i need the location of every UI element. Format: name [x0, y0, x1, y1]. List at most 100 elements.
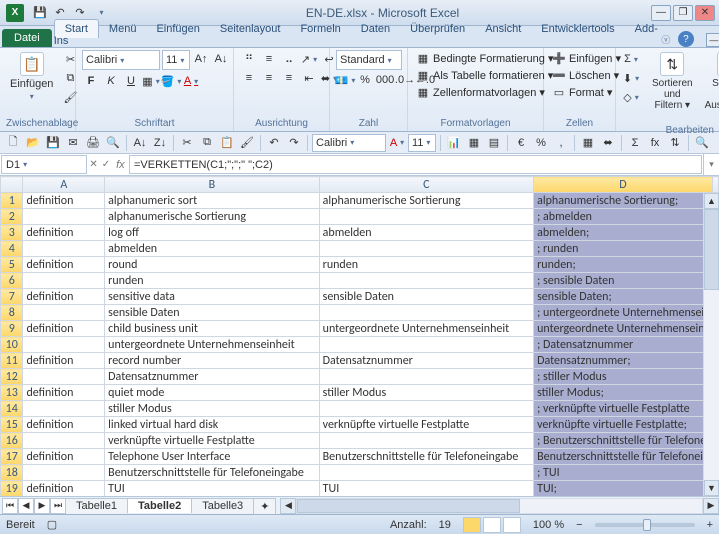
cell-A11[interactable]: definition — [23, 353, 105, 369]
row-header-11[interactable]: 11 — [1, 353, 23, 369]
cell-C10[interactable] — [319, 337, 533, 353]
tb2-sort-desc-icon[interactable]: Z↓ — [151, 134, 169, 152]
cell-A5[interactable]: definition — [23, 257, 105, 273]
cell-B18[interactable]: Benutzerschnittstelle für Telefoneingabe — [105, 465, 319, 481]
cell-A10[interactable] — [23, 337, 105, 353]
border-button[interactable]: ▦ — [142, 72, 160, 90]
cell-A9[interactable]: definition — [23, 321, 105, 337]
cell-A1[interactable]: definition — [23, 193, 105, 209]
cell-C3[interactable]: abmelden — [319, 225, 533, 241]
tb2-currency-icon[interactable]: € — [512, 134, 530, 152]
horizontal-scrollbar[interactable]: ◀ ▶ — [280, 497, 719, 514]
ribbon-tab-einfügen[interactable]: Einfügen — [146, 20, 209, 38]
row-header-6[interactable]: 6 — [1, 273, 23, 289]
paste-button[interactable]: 📋 Einfügen ▾ — [6, 50, 57, 103]
row-header-7[interactable]: 7 — [1, 289, 23, 305]
cell-B8[interactable]: sensible Daten — [105, 305, 319, 321]
cell-styles-button[interactable]: ▦Zellenformatvorlagen ▾ — [414, 84, 547, 100]
cell-B5[interactable]: round — [105, 257, 319, 273]
zoom-in-button[interactable]: + — [707, 519, 713, 531]
tb2-font-color-icon[interactable]: A — [388, 134, 406, 152]
cell-D14[interactable]: ; verknüpfte virtuelle Festplatte — [534, 401, 713, 417]
cell-C12[interactable] — [319, 369, 533, 385]
orientation-icon[interactable]: ↗ — [300, 50, 318, 68]
scroll-up-icon[interactable]: ▲ — [704, 193, 719, 209]
cell-B16[interactable]: verknüpfte virtuelle Festplatte — [105, 433, 319, 449]
cell-D16[interactable]: ; Benutzerschnittstelle für Telefoneinga… — [534, 433, 713, 449]
clear-icon[interactable]: ◇ — [622, 88, 640, 106]
ribbon-tab-überprüfen[interactable]: Überprüfen — [400, 20, 475, 38]
cell-D12[interactable]: ; stiller Modus — [534, 369, 713, 385]
tb2-redo-icon[interactable]: ↷ — [285, 134, 303, 152]
cell-B2[interactable]: alphanumerische Sortierung — [105, 209, 319, 225]
align-middle-icon[interactable]: ≡ — [260, 50, 278, 68]
cell-A6[interactable] — [23, 273, 105, 289]
cell-C15[interactable]: verknüpfte virtuelle Festplatte — [319, 417, 533, 433]
ribbon-tab-formeln[interactable]: Formeln — [290, 20, 350, 38]
cell-D10[interactable]: ; Datensatznummer — [534, 337, 713, 353]
name-box[interactable]: D1 — [1, 155, 87, 174]
align-center-icon[interactable]: ≡ — [260, 69, 278, 87]
row-header-17[interactable]: 17 — [1, 449, 23, 465]
cell-C16[interactable] — [319, 433, 533, 449]
zoom-out-button[interactable]: − — [576, 519, 582, 531]
window-minimize[interactable]: — — [651, 5, 671, 21]
delete-cells-button[interactable]: ➖Löschen ▾ — [550, 67, 621, 83]
scroll-down-icon[interactable]: ▼ — [704, 480, 719, 496]
grow-font-icon[interactable]: A↑ — [192, 50, 210, 68]
cell-D1[interactable]: alphanumerische Sortierung; — [534, 193, 713, 209]
tb2-undo-icon[interactable]: ↶ — [265, 134, 283, 152]
tb2-cut-icon[interactable]: ✂ — [178, 134, 196, 152]
row-header-5[interactable]: 5 — [1, 257, 23, 273]
cell-A7[interactable]: definition — [23, 289, 105, 305]
cell-C9[interactable]: untergeordnete Unternehmenseinheit — [319, 321, 533, 337]
tb2-preview-icon[interactable]: 🔍 — [104, 134, 122, 152]
cell-C7[interactable]: sensible Daten — [319, 289, 533, 305]
row-header-3[interactable]: 3 — [1, 225, 23, 241]
cell-D6[interactable]: ; sensible Daten — [534, 273, 713, 289]
cell-C6[interactable] — [319, 273, 533, 289]
autosum-icon[interactable]: Σ — [622, 50, 640, 68]
sheet-tab-tabelle1[interactable]: Tabelle1 — [65, 498, 128, 513]
tb2-sum-icon[interactable]: Σ — [626, 134, 644, 152]
cell-B13[interactable]: quiet mode — [105, 385, 319, 401]
cell-B17[interactable]: Telephone User Interface — [105, 449, 319, 465]
view-normal-button[interactable] — [463, 517, 481, 533]
row-header-4[interactable]: 4 — [1, 241, 23, 257]
tb2-chart-icon[interactable]: 📊 — [445, 134, 463, 152]
cell-B1[interactable]: alphanumeric sort — [105, 193, 319, 209]
tb2-percent-icon[interactable]: % — [532, 134, 550, 152]
cell-D17[interactable]: Benutzerschnittstelle für Telefoneingabe — [534, 449, 713, 465]
cell-B19[interactable]: TUI — [105, 481, 319, 497]
tb2-font-name[interactable]: Calibri — [312, 134, 386, 152]
row-header-15[interactable]: 15 — [1, 417, 23, 433]
ribbon-tab-ansicht[interactable]: Ansicht — [475, 20, 531, 38]
ribbon-tab-daten[interactable]: Daten — [351, 20, 400, 38]
tb2-sortaz-icon[interactable]: ⇅ — [666, 134, 684, 152]
row-header-14[interactable]: 14 — [1, 401, 23, 417]
font-size-select[interactable]: 11 — [162, 50, 190, 70]
format-as-table-button[interactable]: ▦Als Tabelle formatieren ▾ — [414, 67, 555, 83]
cell-C14[interactable] — [319, 401, 533, 417]
cell-C1[interactable]: alphanumerische Sortierung — [319, 193, 533, 209]
cell-B14[interactable]: stiller Modus — [105, 401, 319, 417]
cell-A14[interactable] — [23, 401, 105, 417]
cell-A15[interactable]: definition — [23, 417, 105, 433]
tb2-copy-icon[interactable]: ⧉ — [198, 134, 216, 152]
align-top-icon[interactable]: ⠛ — [240, 50, 258, 68]
cell-D3[interactable]: abmelden; — [534, 225, 713, 241]
cell-C2[interactable] — [319, 209, 533, 225]
tb2-comma-icon[interactable]: , — [552, 134, 570, 152]
cell-C8[interactable] — [319, 305, 533, 321]
number-format-select[interactable]: Standard — [336, 50, 402, 70]
cell-D4[interactable]: ; runden — [534, 241, 713, 257]
formula-input[interactable]: =VERKETTEN(C1;";";" ";C2) — [129, 155, 702, 174]
ribbon-tab-seitenlayout[interactable]: Seitenlayout — [210, 20, 291, 38]
fx-cancel-icon[interactable]: ✕ — [89, 159, 97, 170]
zoom-level[interactable]: 100 % — [533, 519, 564, 531]
cell-C18[interactable] — [319, 465, 533, 481]
currency-icon[interactable]: 💶 — [336, 71, 354, 89]
cell-D8[interactable]: ; untergeordnete Unternehmenseinheit — [534, 305, 713, 321]
cell-C19[interactable]: TUI — [319, 481, 533, 497]
help-icon[interactable]: ? — [678, 31, 694, 47]
